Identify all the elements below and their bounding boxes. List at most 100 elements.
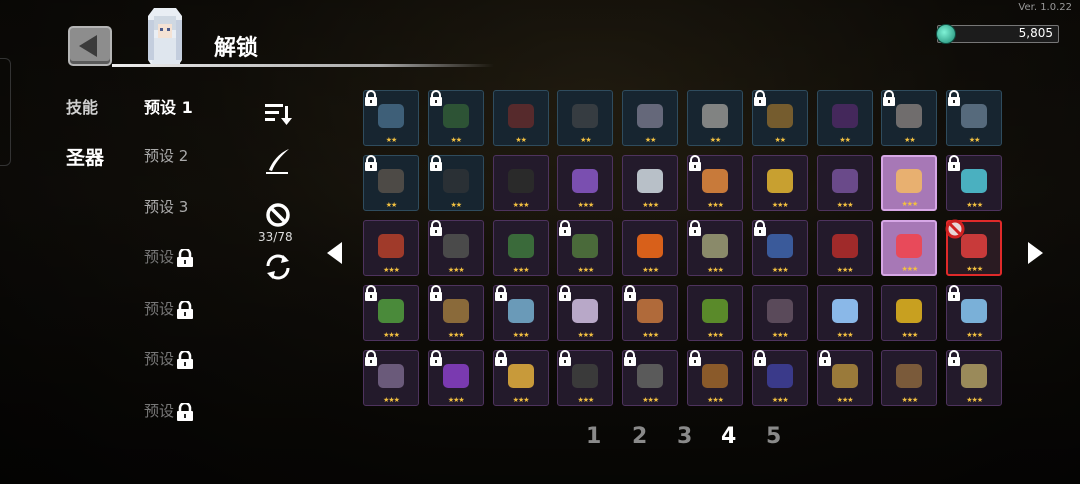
- relic-slot[interactable]: ★★★: [622, 350, 679, 406]
- page-3-button[interactable]: 3: [677, 424, 692, 449]
- back-button[interactable]: [68, 26, 112, 66]
- preset-item-locked-6[interactable]: 预设: [144, 348, 195, 369]
- lock-icon: [493, 285, 509, 301]
- relic-slot[interactable]: ★★★: [492, 155, 549, 211]
- relic-slot[interactable]: ★★★: [557, 285, 614, 341]
- preset-label: 预设: [144, 402, 175, 420]
- relic-slot[interactable]: ★★★: [557, 155, 614, 211]
- relic-slot[interactable]: ★★★: [946, 155, 1003, 211]
- page-1-button[interactable]: 1: [586, 424, 601, 449]
- relic-slot[interactable]: ★★: [363, 90, 419, 146]
- rarity-stars: ★★★: [512, 396, 530, 404]
- preset-item-2[interactable]: 预设 2: [144, 145, 188, 166]
- relic-slot[interactable]: ★★★: [751, 155, 808, 211]
- relic-slot[interactable]: ★★: [751, 90, 808, 146]
- relic-slot[interactable]: ★★: [687, 90, 743, 146]
- dark-key-icon: [572, 103, 599, 128]
- relic-slot[interactable]: ★★★: [427, 285, 484, 341]
- dark-pendant-icon: [442, 168, 469, 193]
- rarity-stars: ★★: [839, 136, 851, 144]
- relic-slot[interactable]: ★★★: [687, 155, 743, 211]
- lock-icon: [752, 350, 768, 366]
- page-2-button[interactable]: 2: [632, 424, 647, 449]
- version-label: Ver. 1.0.22: [1018, 2, 1072, 13]
- relic-slot[interactable]: ★★★: [687, 285, 743, 341]
- lock-icon: [177, 300, 194, 319]
- relic-slot[interactable]: ★★★: [881, 220, 938, 276]
- relic-slot[interactable]: ★★★: [363, 350, 419, 406]
- rarity-stars: ★★★: [642, 396, 659, 404]
- relic-slot[interactable]: ★★★: [751, 220, 808, 276]
- relic-slot[interactable]: ★★: [881, 90, 938, 146]
- relic-slot[interactable]: ★★★: [816, 220, 873, 276]
- relic-slot[interactable]: ★★★: [363, 220, 419, 276]
- rarity-stars: ★★★: [901, 396, 918, 404]
- relic-slot[interactable]: ★★★: [492, 285, 549, 341]
- preset-item-locked-5[interactable]: 预设: [144, 298, 195, 319]
- lock-icon: [946, 90, 962, 106]
- red-egg-icon: [896, 233, 923, 258]
- relic-slot[interactable]: ★★★: [622, 285, 679, 341]
- refresh-icon[interactable]: [263, 252, 293, 282]
- prev-page-arrow[interactable]: [327, 242, 342, 264]
- lock-icon: [946, 350, 962, 366]
- relic-slot[interactable]: ★★★: [622, 220, 679, 276]
- relic-slot[interactable]: ★★★: [881, 350, 938, 406]
- relic-slot[interactable]: ★★★: [687, 350, 743, 406]
- sort-icon[interactable]: [263, 98, 293, 128]
- preset-label: 预设: [144, 248, 175, 266]
- rarity-stars: ★★★: [642, 266, 659, 274]
- relic-slot[interactable]: ★★★: [492, 220, 549, 276]
- relic-slot[interactable]: ★★★: [687, 220, 743, 276]
- rarity-stars: ★★★: [771, 266, 789, 274]
- rarity-stars: ★★★: [901, 200, 918, 208]
- relic-slot[interactable]: ★★: [557, 90, 614, 146]
- ban-filter-icon[interactable]: [263, 200, 293, 230]
- rarity-stars: ★★★: [383, 396, 400, 404]
- category-tab-relics[interactable]: 圣器: [66, 143, 104, 170]
- relic-slot[interactable]: ★★★: [881, 285, 938, 341]
- quill-pen-icon[interactable]: [263, 146, 293, 176]
- relic-slot[interactable]: ★★★: [557, 220, 614, 276]
- relic-slot[interactable]: ★★: [816, 90, 873, 146]
- relic-slot[interactable]: ★★★: [751, 285, 808, 341]
- relic-slot[interactable]: ★★★: [881, 155, 938, 211]
- preset-item-locked-4[interactable]: 预设: [144, 246, 195, 267]
- relic-slot[interactable]: ★★: [427, 90, 484, 146]
- rarity-stars: ★★★: [836, 331, 854, 339]
- relic-slot[interactable]: ★★★: [622, 155, 679, 211]
- relic-slot[interactable]: ★★★: [751, 350, 808, 406]
- rarity-stars: ★★★: [577, 396, 594, 404]
- relic-slot[interactable]: ★★★: [946, 350, 1003, 406]
- dice-icon: [702, 168, 728, 193]
- page-5-button[interactable]: 5: [766, 424, 781, 449]
- relic-slot[interactable]: ★★: [622, 90, 679, 146]
- rarity-stars: ★★★: [512, 266, 530, 274]
- category-tab-skills[interactable]: 技能: [66, 94, 98, 118]
- preset-item-3[interactable]: 预设 3: [144, 196, 188, 217]
- relic-slot[interactable]: ★★★: [945, 219, 1003, 276]
- relic-slot[interactable]: ★★★: [816, 350, 873, 406]
- relic-slot[interactable]: ★★★: [363, 285, 419, 341]
- relic-slot[interactable]: ★★★: [816, 155, 873, 211]
- relic-slot[interactable]: ★★★: [427, 220, 484, 276]
- relic-slot[interactable]: ★★★: [816, 285, 873, 341]
- relic-slot[interactable]: ★★: [492, 90, 549, 146]
- purple-tome-icon: [831, 168, 858, 193]
- rarity-stars: ★★★: [383, 331, 400, 339]
- relic-slot[interactable]: ★★: [946, 90, 1003, 146]
- page-title: 解锁: [214, 36, 259, 61]
- rarity-stars: ★★★: [577, 266, 594, 274]
- relic-slot[interactable]: ★★: [363, 155, 419, 211]
- preset-item-locked-7[interactable]: 预设: [144, 400, 195, 421]
- relic-slot[interactable]: ★★★: [492, 350, 549, 406]
- relic-slot[interactable]: ★★: [427, 155, 484, 211]
- relic-slot[interactable]: ★★★: [557, 350, 614, 406]
- page-4-button[interactable]: 4: [721, 424, 736, 449]
- relic-slot[interactable]: ★★★: [427, 350, 484, 406]
- preset-item-1[interactable]: 预设 1: [144, 94, 193, 118]
- next-page-arrow[interactable]: [1028, 242, 1043, 264]
- relic-slot[interactable]: ★★★: [946, 285, 1003, 341]
- lock-icon: [687, 155, 703, 171]
- gem-icon: [936, 24, 956, 44]
